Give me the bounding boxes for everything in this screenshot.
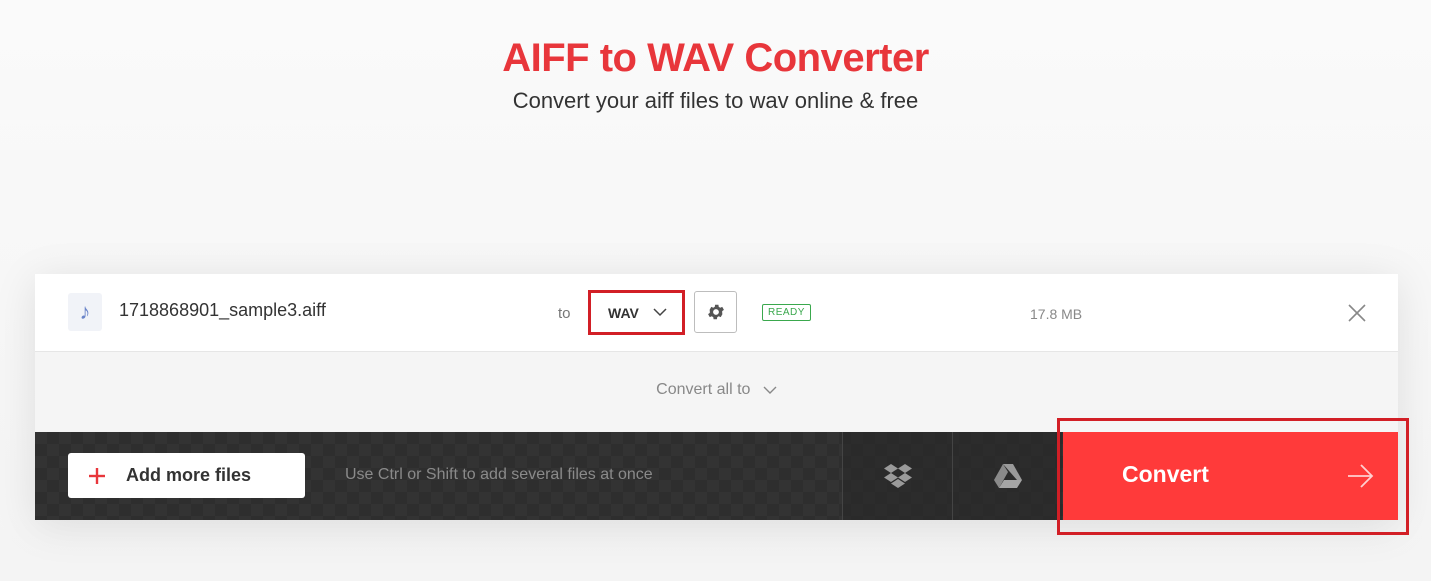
format-dropdown[interactable]: WAV [588, 290, 685, 335]
add-files-hint: Use Ctrl or Shift to add several files a… [345, 466, 653, 483]
gear-icon [707, 304, 724, 320]
music-note-icon: ♪ [68, 293, 102, 331]
page-title: AIFF to WAV Converter [502, 36, 929, 80]
to-label: to [558, 305, 571, 322]
google-drive-icon [993, 464, 1022, 488]
converter-card: ♪ 1718868901_sample3.aiff to WAV READY 1… [35, 274, 1398, 520]
convert-all-row: Convert all to [35, 352, 1398, 432]
arrow-right-icon [1348, 464, 1374, 488]
chevron-down-icon [763, 386, 777, 394]
page-subtitle: Convert your aiff files to wav online & … [512, 88, 919, 113]
convert-all-dropdown[interactable]: Convert all to [35, 381, 1398, 399]
dropbox-button[interactable] [842, 432, 952, 520]
close-icon[interactable] [1345, 301, 1369, 325]
google-drive-button[interactable] [952, 432, 1062, 520]
convert-label: Convert [1122, 461, 1209, 487]
convert-all-label: Convert all to [656, 381, 751, 398]
file-row: ♪ 1718868901_sample3.aiff to WAV READY 1… [35, 274, 1398, 352]
format-value: WAV [608, 304, 639, 321]
add-more-files-label: Add more files [126, 465, 252, 485]
file-name: 1718868901_sample3.aiff [119, 300, 326, 320]
chevron-down-icon [653, 308, 667, 317]
status-badge: READY [762, 304, 811, 321]
bottom-toolbar: Add more files Use Ctrl or Shift to add … [35, 432, 1398, 520]
add-more-files-button[interactable]: Add more files [68, 453, 305, 498]
settings-button[interactable] [694, 291, 737, 333]
file-size: 17.8 MB [1030, 306, 1083, 322]
convert-button[interactable]: Convert [1063, 432, 1398, 520]
dropbox-icon [883, 464, 912, 488]
page: AIFF to WAV Converter Convert your aiff … [0, 0, 1431, 581]
plus-icon [89, 467, 105, 484]
